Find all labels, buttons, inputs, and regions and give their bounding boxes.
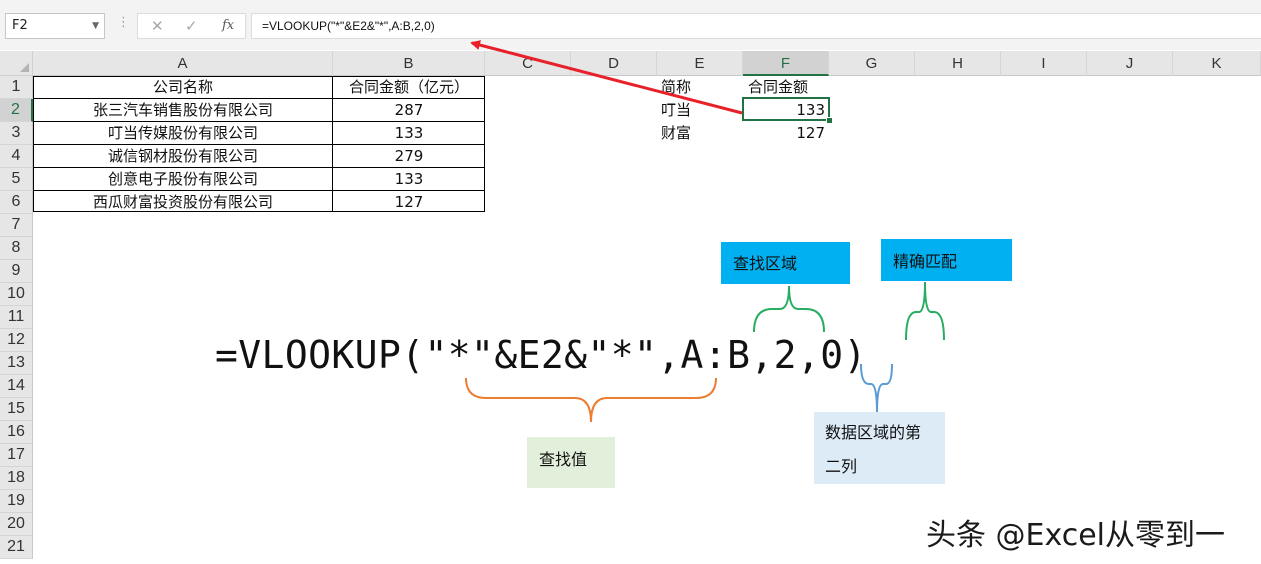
red-arrow [470, 40, 743, 115]
lookup-value-brace [465, 377, 717, 423]
lookup-range-brace [753, 285, 825, 333]
annotation-overlay [465, 40, 945, 423]
watermark: 头条 @Excel从零到一 [926, 518, 1226, 553]
column-index-brace [860, 363, 893, 413]
exact-match-brace [905, 281, 945, 341]
